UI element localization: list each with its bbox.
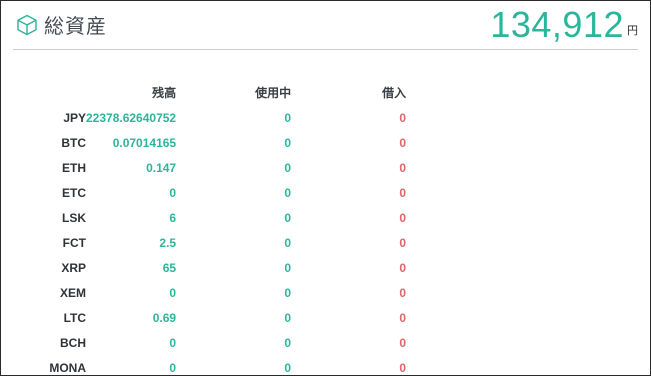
table-row: FCT 2.5 0 0 [16, 230, 406, 255]
asset-balance: 65 [162, 260, 177, 275]
asset-symbol: JPY [63, 110, 86, 125]
asset-in-use: 0 [284, 135, 292, 150]
total-assets-panel: 総資産 134,912 円 残高 使用中 借入 JPY 22378.626407… [0, 0, 651, 376]
asset-symbol: XRP [61, 260, 86, 275]
table-row: MONA 0 0 0 [16, 355, 407, 375]
borrowed-column-header: 借入 [382, 85, 407, 100]
panel-header: 総資産 134,912 円 [13, 1, 638, 50]
total-assets-amount: 134,912 円 [490, 3, 638, 47]
asset-borrowed: 0 [399, 360, 407, 375]
table-row: ETC 0 0 0 [16, 180, 406, 205]
asset-in-use: 0 [284, 235, 292, 250]
asset-balance: 0.147 [146, 160, 177, 175]
asset-symbol: BTC [61, 135, 86, 150]
asset-borrowed: 0 [399, 210, 407, 225]
cube-icon [17, 14, 37, 35]
table-row: BCH 0 0 0 [16, 330, 406, 355]
asset-symbol: ETC [62, 185, 86, 200]
asset-borrowed: 0 [399, 110, 407, 125]
asset-in-use: 0 [284, 185, 292, 200]
symbol-column-header [16, 79, 86, 105]
asset-balance: 0.69 [152, 310, 177, 325]
asset-symbol: FCT [62, 235, 86, 250]
table-row: LTC 0.69 0 0 [16, 305, 407, 330]
asset-symbol: LTC [63, 310, 86, 325]
title-group: 総資産 [15, 10, 107, 39]
asset-in-use: 0 [284, 310, 292, 325]
asset-in-use: 0 [284, 360, 292, 375]
assets-table: 残高 使用中 借入 JPY 22378.62640752 0 0 BTC 0.0… [16, 79, 407, 375]
asset-in-use: 0 [284, 110, 292, 125]
asset-symbol: BCH [60, 335, 86, 350]
asset-symbol: XEM [59, 285, 86, 300]
in-use-column-header: 使用中 [255, 85, 292, 100]
asset-balance: 6 [169, 210, 177, 225]
asset-borrowed: 0 [399, 285, 407, 300]
page-title: 総資産 [44, 16, 107, 38]
asset-in-use: 0 [284, 210, 292, 225]
table-row: LSK 6 0 0 [16, 205, 406, 230]
asset-balance: 0 [169, 185, 177, 200]
asset-symbol: MONA [49, 360, 86, 375]
asset-borrowed: 0 [399, 135, 407, 150]
table-row: ETH 0.147 0 0 [16, 155, 406, 180]
asset-balance: 0 [169, 335, 177, 350]
table-row: XEM 0 0 0 [16, 280, 406, 305]
table-row: JPY 22378.62640752 0 0 [16, 105, 406, 130]
asset-balance: 2.5 [159, 235, 177, 250]
asset-borrowed: 0 [399, 260, 407, 275]
asset-in-use: 0 [284, 160, 292, 175]
asset-symbol: ETH [62, 160, 86, 175]
asset-borrowed: 0 [399, 310, 407, 325]
asset-in-use: 0 [284, 335, 292, 350]
asset-symbol: LSK [62, 210, 86, 225]
asset-borrowed: 0 [399, 335, 407, 350]
asset-in-use: 0 [284, 260, 292, 275]
table-row: XRP 65 0 0 [16, 255, 406, 280]
total-assets-value: 134,912 [490, 4, 624, 45]
asset-in-use: 0 [284, 285, 292, 300]
balance-column-header: 残高 [152, 85, 177, 100]
table-header-row: 残高 使用中 借入 [16, 79, 406, 105]
asset-borrowed: 0 [399, 160, 407, 175]
table-row: BTC 0.07014165 0 0 [16, 130, 406, 155]
asset-borrowed: 0 [399, 185, 407, 200]
asset-balance: 0 [169, 285, 177, 300]
asset-balance: 22378.62640752 [86, 110, 177, 125]
asset-borrowed: 0 [399, 235, 407, 250]
asset-balance: 0.07014165 [112, 135, 177, 150]
asset-balance: 0 [169, 360, 177, 375]
currency-unit: 円 [627, 25, 638, 37]
